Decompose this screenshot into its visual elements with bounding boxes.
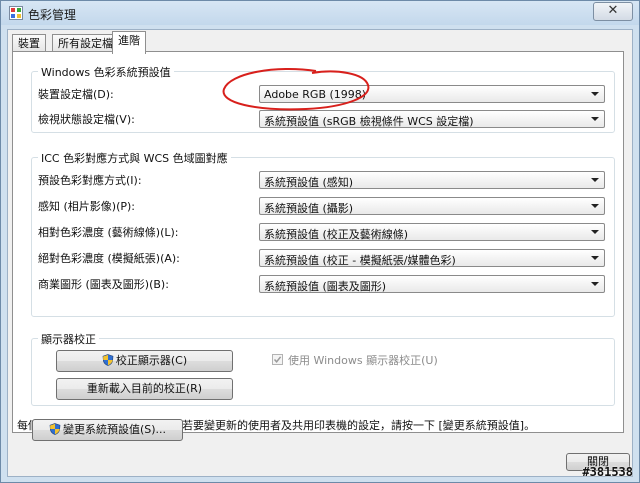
icc-mapping-title: ICC 色彩對應方式與 WCS 色域圖對應	[38, 150, 231, 166]
tab-advanced[interactable]: 進階	[112, 31, 146, 54]
dialog-body: 裝置 所有設定檔 進階 Windows 色彩系統預設值 裝置設定檔(D): Ad…	[7, 29, 633, 477]
color-management-window: 色彩管理 ✕ 裝置 所有設定檔 進階 Windows 色彩系統預設值 裝置設定檔…	[0, 0, 640, 483]
advanced-tab-panel: Windows 色彩系統預設值 裝置設定檔(D): Adobe RGB (199…	[12, 51, 624, 433]
business-graphics-label: 商業圖形 (圖表及圖形)(B):	[38, 278, 169, 291]
color-management-icon	[9, 6, 23, 20]
absolute-colorimetric-select[interactable]: 系統預設值 (校正 - 模擬紙張/媒體色彩)	[259, 249, 605, 267]
reload-calibration-label: 重新載入目前的校正(R)	[86, 382, 203, 395]
calibration-group: 顯示器校正 校正顯示器(C) 重新載入目前的校正(R) 使用 Windows 顯…	[31, 331, 615, 406]
relative-colorimetric-select[interactable]: 系統預設值 (校正及藝術線條)	[259, 223, 605, 241]
use-windows-calibration-checkbox[interactable]	[272, 354, 283, 365]
device-profile-select[interactable]: Adobe RGB (1998)	[259, 85, 605, 103]
windows-defaults-group: Windows 色彩系統預設值 裝置設定檔(D): Adobe RGB (199…	[31, 64, 615, 133]
change-system-defaults-label: 變更系統預設值(S)...	[62, 423, 167, 436]
close-window-button[interactable]: ✕	[593, 2, 633, 21]
chevron-down-icon	[591, 256, 599, 260]
use-windows-calibration-label: 使用 Windows 顯示器校正(U)	[288, 354, 438, 367]
perceptual-select[interactable]: 系統預設值 (攝影)	[259, 197, 605, 215]
viewing-conditions-label: 檢視狀態設定檔(V):	[38, 113, 135, 126]
watermark-text: #381538	[582, 465, 633, 479]
business-graphics-select[interactable]: 系統預設值 (圖表及圖形)	[259, 275, 605, 293]
reload-calibration-button[interactable]: 重新載入目前的校正(R)	[56, 378, 233, 400]
calibration-title: 顯示器校正	[38, 331, 99, 347]
title-bar[interactable]: 色彩管理 ✕	[1, 1, 639, 25]
chevron-down-icon	[591, 92, 599, 96]
default-intent-value: 系統預設值 (感知)	[264, 176, 354, 189]
uac-shield-icon	[102, 354, 114, 366]
absolute-colorimetric-value: 系統預設值 (校正 - 模擬紙張/媒體色彩)	[264, 254, 456, 267]
relative-colorimetric-label: 相對色彩濃度 (藝術線條)(L):	[38, 226, 179, 239]
chevron-down-icon	[591, 178, 599, 182]
icc-mapping-group: ICC 色彩對應方式與 WCS 色域圖對應 預設色彩對應方式(I): 系統預設值…	[31, 150, 615, 317]
viewing-conditions-select[interactable]: 系統預設值 (sRGB 檢視條件 WCS 設定檔)	[259, 110, 605, 128]
business-graphics-value: 系統預設值 (圖表及圖形)	[264, 280, 387, 293]
relative-colorimetric-value: 系統預設值 (校正及藝術線條)	[264, 228, 409, 241]
device-profile-value: Adobe RGB (1998)	[264, 88, 367, 101]
viewing-conditions-value: 系統預設值 (sRGB 檢視條件 WCS 設定檔)	[264, 115, 474, 128]
default-intent-label: 預設色彩對應方式(I):	[38, 174, 142, 187]
window-title: 色彩管理	[28, 8, 77, 22]
change-system-defaults-button[interactable]: 變更系統預設值(S)...	[32, 419, 183, 441]
chevron-down-icon	[591, 282, 599, 286]
calibrate-display-button[interactable]: 校正顯示器(C)	[56, 350, 233, 372]
absolute-colorimetric-label: 絕對色彩濃度 (模擬紙張)(A):	[38, 252, 180, 265]
calibrate-display-label: 校正顯示器(C)	[115, 354, 188, 367]
uac-shield-icon	[49, 423, 61, 435]
chevron-down-icon	[591, 204, 599, 208]
checkmark-icon	[273, 356, 282, 363]
chevron-down-icon	[591, 230, 599, 234]
chevron-down-icon	[591, 117, 599, 121]
device-profile-label: 裝置設定檔(D):	[38, 88, 114, 101]
default-intent-select[interactable]: 系統預設值 (感知)	[259, 171, 605, 189]
windows-defaults-title: Windows 色彩系統預設值	[38, 64, 174, 80]
close-icon: ✕	[607, 3, 619, 18]
perceptual-label: 感知 (相片影像)(P):	[38, 200, 136, 213]
perceptual-value: 系統預設值 (攝影)	[264, 202, 354, 215]
